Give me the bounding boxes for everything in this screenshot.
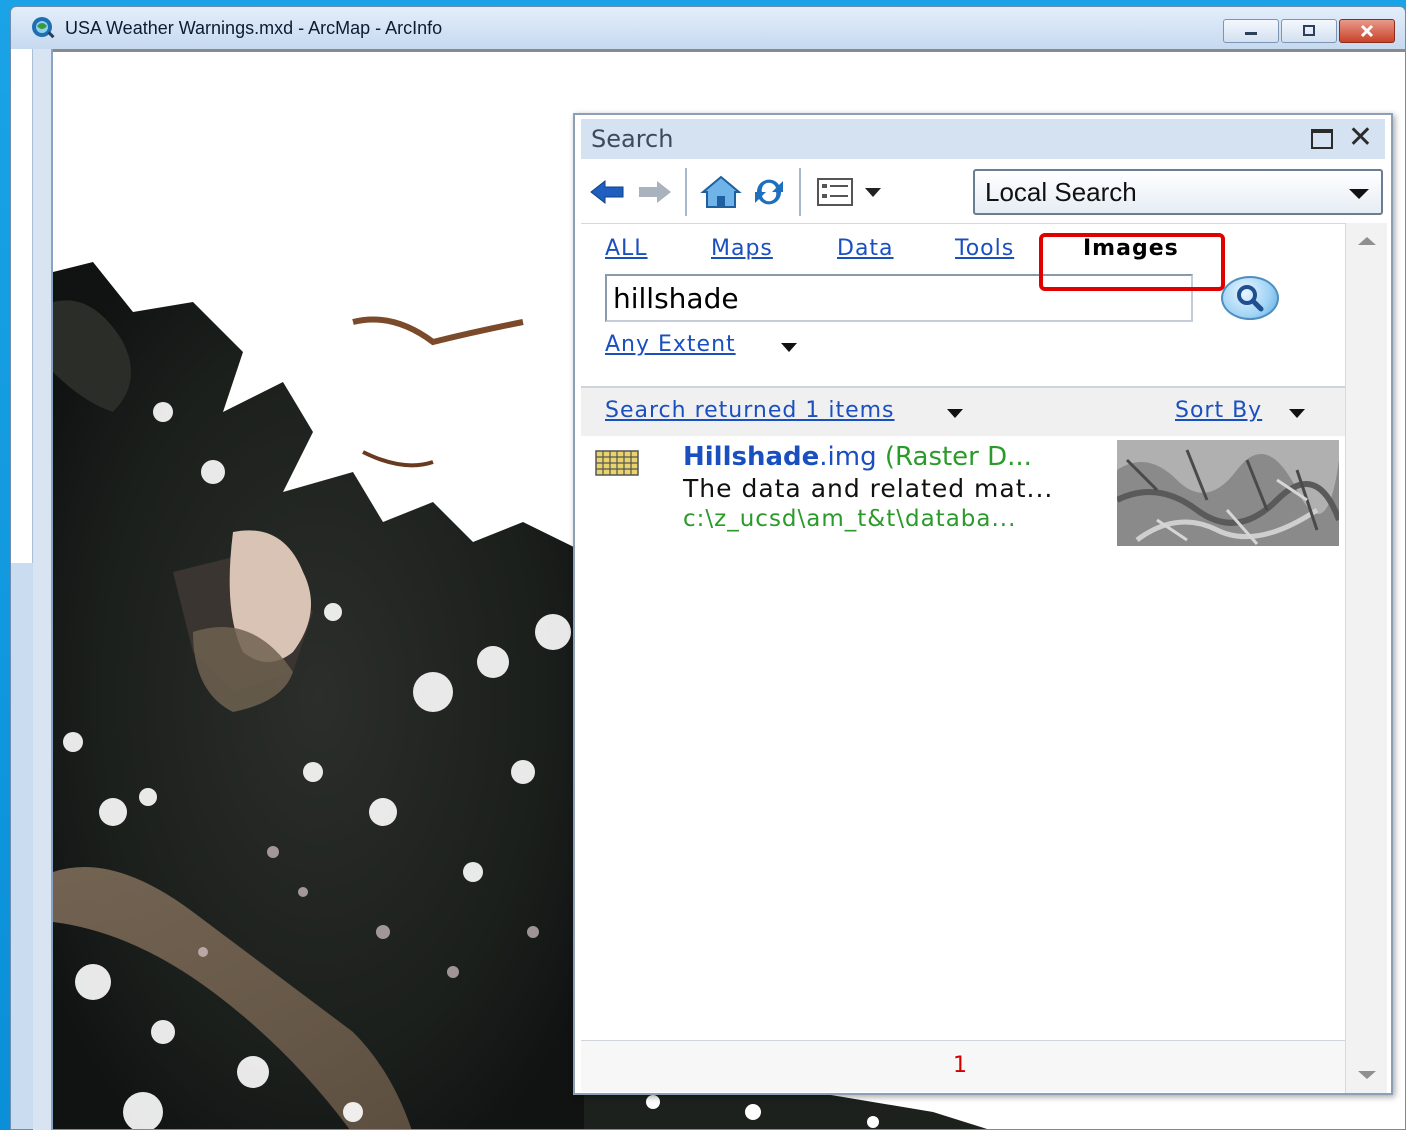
search-content: ALL Maps Data Tools Images Any Extent Se… (581, 223, 1345, 1093)
sort-by-link[interactable]: Sort By (1175, 398, 1262, 423)
close-icon (1360, 24, 1374, 38)
results-dropdown-icon[interactable] (947, 409, 963, 418)
toolbar-separator (685, 168, 687, 216)
panel-title: Search (591, 125, 674, 153)
extent-filter-link[interactable]: Any Extent (605, 332, 736, 357)
forward-arrow-icon[interactable] (633, 170, 677, 214)
result-title[interactable]: Hillshade.img (Raster D... (683, 442, 1032, 472)
title-bar[interactable]: USA Weather Warnings.mxd - ArcMap - ArcI… (11, 7, 1405, 49)
result-name: Hillshade (683, 442, 820, 472)
arcmap-app-icon (29, 14, 57, 42)
refresh-icon[interactable] (747, 170, 791, 214)
home-icon[interactable] (699, 170, 743, 214)
result-extension: .img (819, 442, 877, 472)
maximize-icon[interactable] (1311, 129, 1333, 149)
window-title: USA Weather Warnings.mxd - ArcMap - ArcI… (65, 17, 443, 38)
vertical-scrollbar[interactable] (1345, 223, 1387, 1093)
pagination-bar: 1 (581, 1040, 1345, 1092)
minimize-button[interactable] (1223, 19, 1279, 43)
results-count-link[interactable]: Search returned 1 items (605, 398, 895, 423)
page-number[interactable]: 1 (953, 1053, 967, 1078)
result-thumbnail (1117, 440, 1339, 546)
view-options-dropdown-icon[interactable] (861, 170, 885, 214)
search-scope-value: Local Search (985, 176, 1137, 207)
images-tab-highlight (1039, 233, 1225, 291)
tab-tools[interactable]: Tools (955, 236, 1014, 261)
tab-data[interactable]: Data (837, 236, 894, 261)
raster-dataset-icon (595, 450, 639, 476)
results-summary-bar: Search returned 1 items Sort By (581, 386, 1345, 436)
toolbar-separator (799, 168, 801, 216)
search-icon (1237, 285, 1264, 312)
left-frame-panel (11, 49, 33, 563)
result-path: c:\z_ucsd\am_t&t\databa... (683, 506, 1017, 532)
scroll-up-icon[interactable] (1358, 237, 1376, 245)
close-panel-icon[interactable]: ✕ (1348, 123, 1373, 153)
tab-maps[interactable]: Maps (711, 236, 773, 261)
search-toolbar: Local Search (581, 163, 1385, 221)
left-frame-border (33, 49, 53, 1130)
result-description: The data and related mat... (683, 474, 1054, 503)
close-window-button[interactable] (1339, 19, 1395, 43)
chevron-down-icon (1349, 189, 1369, 199)
search-panel: Search ✕ Local Search ALL Maps Data Tool… (573, 113, 1393, 1095)
search-scope-select[interactable]: Local Search (973, 169, 1383, 215)
restore-button[interactable] (1281, 19, 1337, 43)
sort-dropdown-icon[interactable] (1289, 409, 1305, 418)
back-arrow-icon[interactable] (585, 170, 629, 214)
minimize-icon (1245, 32, 1257, 35)
view-options-icon[interactable] (813, 170, 857, 214)
result-type: (Raster D... (876, 442, 1032, 472)
search-panel-header[interactable]: Search ✕ (581, 119, 1385, 159)
restore-icon (1303, 25, 1315, 36)
extent-dropdown-icon[interactable] (781, 343, 797, 352)
list-item[interactable]: Hillshade.img (Raster D... The data and … (581, 438, 1345, 548)
scroll-down-icon[interactable] (1358, 1071, 1376, 1079)
tab-all[interactable]: ALL (605, 236, 648, 261)
search-button[interactable] (1221, 276, 1279, 320)
